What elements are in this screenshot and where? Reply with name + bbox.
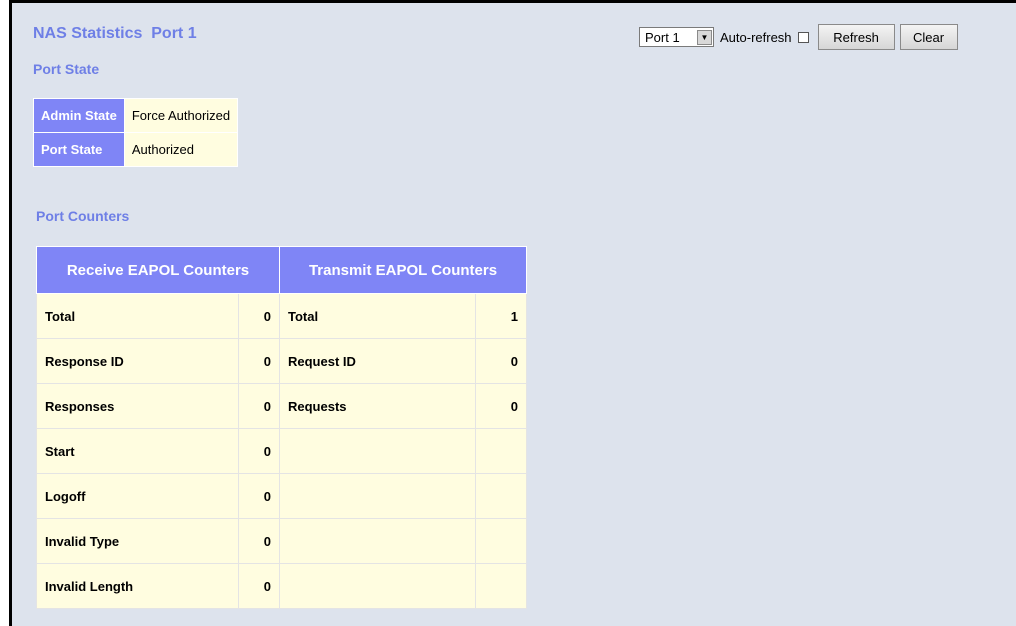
tx-label (279, 518, 476, 564)
admin-state-value: Force Authorized (123, 98, 239, 133)
tx-label: Total (279, 293, 476, 339)
tx-value (474, 518, 528, 564)
rx-value: 0 (237, 428, 281, 474)
table-row: Invalid Type 0 (36, 518, 528, 564)
auto-refresh-checkbox[interactable] (797, 31, 809, 43)
content-frame: NAS Statistics Port 1 Port 1 ▼ Auto-refr… (9, 0, 1016, 626)
table-row: Response ID 0 Request ID 0 (36, 338, 528, 384)
rx-value: 0 (237, 338, 281, 384)
rx-value: 0 (237, 518, 281, 564)
tx-value (474, 473, 528, 519)
table-row: Port State Authorized (33, 132, 239, 167)
table-row: Responses 0 Requests 0 (36, 383, 528, 429)
rx-label: Start (36, 428, 239, 474)
port-counters-table: Receive EAPOL Counters Transmit EAPOL Co… (36, 246, 528, 609)
table-row: Total 0 Total 1 (36, 293, 528, 339)
rx-label: Response ID (36, 338, 239, 384)
rx-label: Invalid Type (36, 518, 239, 564)
tx-value: 1 (474, 293, 528, 339)
table-row: Invalid Length 0 (36, 563, 528, 609)
auto-refresh-label: Auto-refresh (720, 29, 792, 45)
tx-label (279, 428, 476, 474)
refresh-button[interactable]: Refresh (817, 24, 895, 50)
receive-header: Receive EAPOL Counters (36, 246, 280, 294)
rx-label: Invalid Length (36, 563, 239, 609)
tx-label: Request ID (279, 338, 476, 384)
chevron-down-icon[interactable]: ▼ (697, 29, 712, 45)
rx-value: 0 (237, 383, 281, 429)
rx-value: 0 (237, 473, 281, 519)
tx-label (279, 473, 476, 519)
port-select[interactable]: Port 1 ▼ (639, 27, 714, 47)
admin-state-label: Admin State (33, 98, 125, 133)
tx-value: 0 (474, 383, 528, 429)
port-select-value: Port 1 (645, 29, 680, 45)
table-row: Start 0 (36, 428, 528, 474)
tx-value: 0 (474, 338, 528, 384)
port-state-value: Authorized (123, 132, 239, 167)
toolbar: Port 1 ▼ Auto-refresh Refresh Clear (639, 24, 958, 50)
tx-value (474, 428, 528, 474)
page-title: NAS Statistics Port 1 (33, 25, 197, 42)
rx-label: Responses (36, 383, 239, 429)
table-header-row: Receive EAPOL Counters Transmit EAPOL Co… (36, 246, 527, 294)
transmit-header: Transmit EAPOL Counters (279, 246, 527, 294)
table-row: Admin State Force Authorized (33, 98, 239, 133)
port-state-table: Admin State Force Authorized Port State … (33, 98, 239, 167)
tx-label: Requests (279, 383, 476, 429)
rx-value: 0 (237, 293, 281, 339)
rx-value: 0 (237, 563, 281, 609)
port-state-title: Port State (33, 61, 100, 77)
rx-label: Logoff (36, 473, 239, 519)
table-row: Logoff 0 (36, 473, 528, 519)
rx-label: Total (36, 293, 239, 339)
tx-value (474, 563, 528, 609)
tx-label (279, 563, 476, 609)
port-counters-title: Port Counters (36, 208, 130, 224)
clear-button[interactable]: Clear (899, 24, 958, 50)
port-state-label: Port State (33, 132, 125, 167)
